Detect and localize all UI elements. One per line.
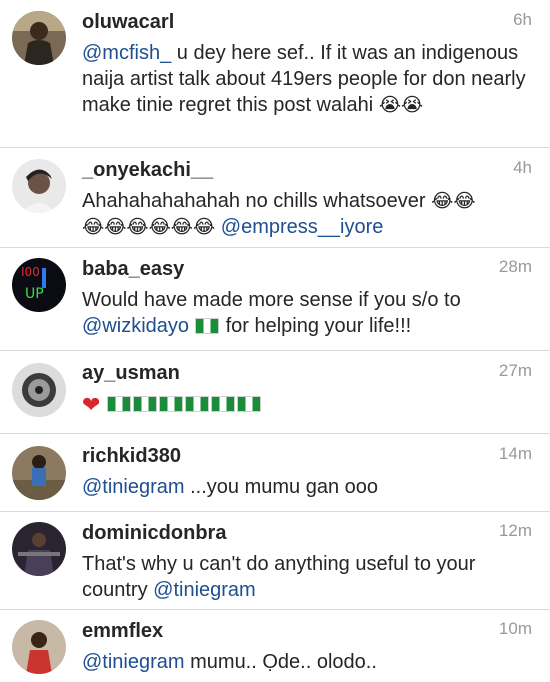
comment-username[interactable]: _onyekachi__ [82,148,550,182]
mention-link[interactable]: @tiniegram [82,651,185,673]
comment-text: @tiniegram ...you mumu gan ooo [82,474,550,500]
comment-username[interactable]: oluwacarl [82,0,550,34]
nigeria-flag-icon [195,318,220,334]
heart-icon: ❤ [82,392,101,417]
laughing-emoji: 😂😂 [431,190,476,212]
avatar[interactable] [12,363,66,417]
comment-body: for helping your life!!! [220,315,412,337]
comment-body: Ahahahahahahah no chills whatsoever [82,190,432,212]
comment-text: Would have made more sense if you s/o to… [82,287,550,339]
svg-text:I00: I00 [21,265,40,279]
comment-timestamp: 14m [498,444,532,463]
avatar[interactable] [12,620,66,674]
comment-item: ay_usman 27m ❤ [0,351,550,434]
mention-link[interactable]: @empress__iyore [215,216,384,238]
comment-username[interactable]: richkid380 [82,434,550,468]
nigeria-flag-icon [211,396,235,412]
nigeria-flag-icon [159,396,183,412]
comment-username[interactable]: baba_easy [82,248,550,281]
avatar[interactable]: I00 UP [12,258,66,312]
avatar[interactable] [12,11,66,65]
nigeria-flag-icon [133,396,157,412]
comment-timestamp: 27m [498,361,532,380]
avatar[interactable] [12,159,66,213]
comment-timestamp: 28m [498,257,532,276]
comment-item: I00 UP baba_easy 28m Would have made mor… [0,248,550,351]
comment-body: ...you mumu gan ooo [184,476,379,498]
comment-text: That's why u can't do anything useful to… [82,551,550,603]
comment-username[interactable]: ay_usman [82,351,550,385]
mention-link[interactable]: @tiniegram [82,476,185,498]
mention-link[interactable]: @mcfish_ [82,42,171,64]
mention-link[interactable]: @tiniegram [153,579,256,601]
comment-timestamp: 6h [513,10,532,29]
nigeria-flag-icon [185,396,209,412]
comment-body: Would have made more sense if you s/o to [82,289,461,311]
svg-text:UP: UP [25,286,44,302]
comment-item: oluwacarl 6h @mcfish_ u dey here sef.. I… [0,0,550,148]
comment-body: That's why u can't do anything useful to… [82,553,476,601]
avatar[interactable] [12,522,66,576]
comment-text: @mcfish_ u dey here sef.. If it was an i… [82,40,550,118]
comment-timestamp: 4h [513,158,532,177]
comment-username[interactable]: dominicdonbra [82,512,550,545]
nigeria-flag-icon [107,396,131,412]
comment-username[interactable]: emmflex [82,610,550,643]
comment-item: dominicdonbra 12m That's why u can't do … [0,512,550,610]
comment-text: @tiniegram mumu.. Ọde.. olodo.. [82,649,550,675]
avatar[interactable] [12,446,66,500]
comment-item: _onyekachi__ 4h Ahahahahahahah no chills… [0,148,550,248]
comment-body: mumu.. Ọde.. olodo.. [184,651,377,673]
comment-text: Ahahahahahahah no chills whatsoever 😂😂 😂… [82,188,550,240]
comment-item: emmflex 10m @tiniegram mumu.. Ọde.. olod… [0,610,550,682]
comment-item: richkid380 14m @tiniegram ...you mumu ga… [0,434,550,512]
comment-timestamp: 10m [498,619,532,638]
mention-link[interactable]: @wizkidayo [82,315,189,337]
crying-emoji: 😭😭 [378,94,424,116]
comment-timestamp: 12m [498,521,532,540]
comment-text: ❤ [82,391,550,418]
nigeria-flag-icon [237,396,261,412]
laughing-emoji: 😂😂😂😂😂😂 [82,216,216,238]
comments-list: oluwacarl 6h @mcfish_ u dey here sef.. I… [0,0,550,682]
